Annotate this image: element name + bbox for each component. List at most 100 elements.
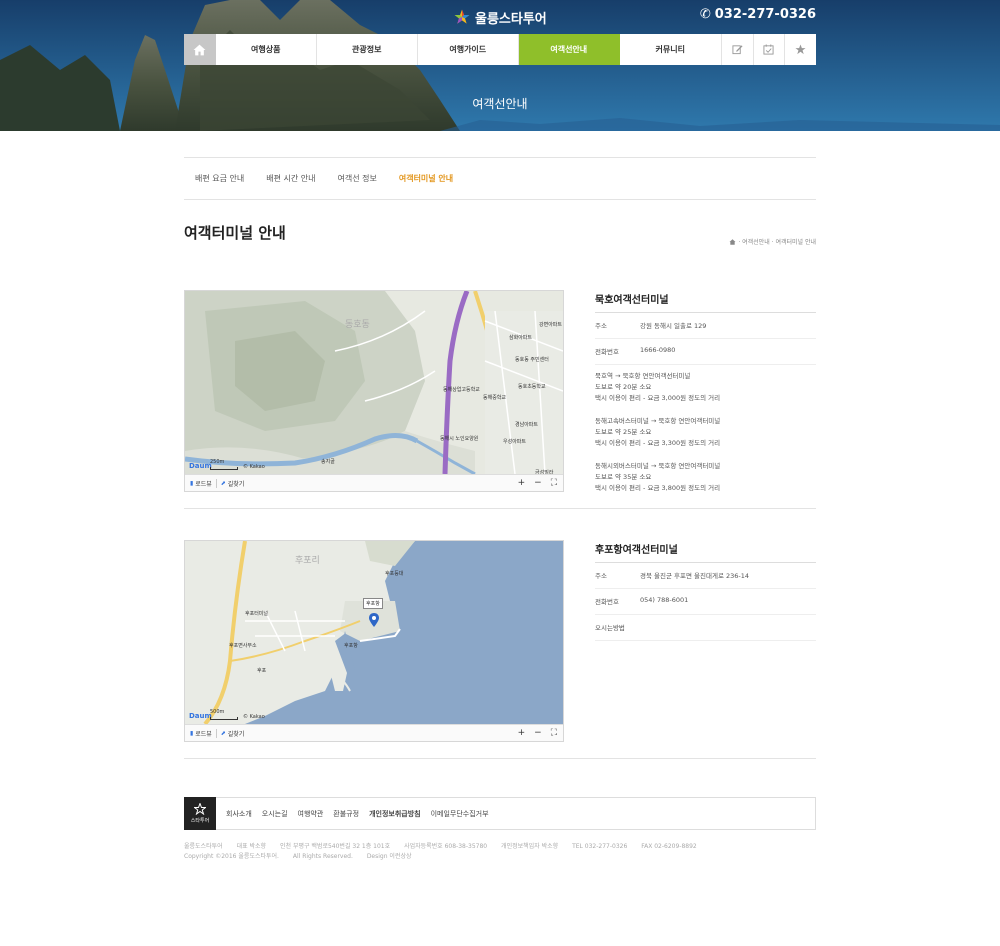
subnav-timetable[interactable]: 배편 시간 안내 [266,173,315,184]
site-logo[interactable]: 울릉스타투어 [454,7,547,27]
gnb-item-travel-guide[interactable]: 여행가이드 [418,34,519,65]
home-button[interactable] [184,34,216,65]
route-button[interactable]: 길찾기 [228,729,245,738]
home-icon[interactable] [729,238,736,245]
map-label: 후포 [257,668,267,674]
gnb-item-tourism-info[interactable]: 관광정보 [317,34,418,65]
map-label: 송지골 [321,459,335,465]
breadcrumb-text: · 여객선안내 · 여객터미널 안내 [738,239,816,246]
address-row: 주소 경북 울진군 후포면 울진대게로 236-14 [595,563,816,589]
direction-taxi: 택시 이용이 편리 - 요금 3,300원 정도의 거리 [595,439,721,447]
edit-button[interactable] [720,34,753,65]
hero-title: 여객선안내 [472,97,528,111]
route-icon[interactable]: ⬈ [221,480,226,487]
map-brand: Daum [189,462,212,470]
fullscreen-button[interactable]: ⛶ [551,728,557,738]
address-row: 주소 강원 동해시 일출로 129 [595,313,816,339]
subnav-terminal-info[interactable]: 여객터미널 안내 [399,173,453,184]
directions: 묵호역 → 묵호항 연안여객선터미널 도보로 약 20분 소요 택시 이용이 편… [595,365,816,494]
schedule-button[interactable] [752,34,785,65]
direction-group: 동해시외버스터미널 → 묵호항 연안여객터미널 도보로 약 35분 소요 택시 … [595,461,816,494]
gnb-item-community[interactable]: 커뮤니티 [620,34,721,65]
map-canvas[interactable] [185,291,563,474]
zoom-in-button[interactable]: + [518,728,526,738]
map-copyright: © Kakao [243,714,265,720]
subnav-fare-info[interactable]: 배편 요금 안내 [195,173,244,184]
gnb-item-tour-products[interactable]: 여행상품 [216,34,317,65]
fullscreen-button[interactable]: ⛶ [551,478,557,488]
hero-banner: 울릉스타투어 ✆ 032-277-0326 여행상품 관광정보 여행가이드 여객… [0,0,1000,131]
map-controls: + − ⛶ [518,478,557,488]
map-toolbar: ▮ 로드뷰 ⬈ 길찾기 + − ⛶ [185,474,563,491]
map-label-hupo-port[interactable]: 후포항 [363,598,383,609]
footer-ceo: 대표 박소향 [236,843,267,850]
zoom-out-button[interactable]: − [534,478,542,488]
map-label: 후포면사무소 [229,643,257,649]
roadview-icon[interactable]: ▮ [190,730,193,737]
page-title: 여객터미널 안내 [184,224,286,242]
direction-walk: 도보로 약 35분 소요 [595,473,652,481]
map-mukho-terminal[interactable]: 동호동 삼화아파트 동호동 주민센터 동해상업고등학교 동해중학교 동호초등학교… [184,290,564,492]
direction-route: 동해고속버스터미널 → 묵호항 연안여객터미널 [595,417,721,425]
zoom-out-button[interactable]: − [534,728,542,738]
favorite-button[interactable] [784,34,816,65]
star-logo-icon [454,9,470,24]
zoom-in-button[interactable]: + [518,478,526,488]
roadview-button[interactable]: 로드뷰 [195,479,212,488]
direction-group: 묵호역 → 묵호항 연안여객선터미널 도보로 약 20분 소요 택시 이용이 편… [595,371,816,404]
direction-route: 묵호역 → 묵호항 연안여객선터미널 [595,372,691,380]
location-marker-icon[interactable] [369,612,379,631]
design-credit[interactable]: Design 이런상상 [367,853,412,860]
phone-label: 전화번호 [595,348,619,356]
map-label: 후포리 [295,556,320,566]
map-label: 동해시 노인요양원 [440,436,479,442]
footer-link-location[interactable]: 오시는길 [262,809,288,819]
terminal-name: 묵호여객선터미널 [595,291,816,313]
route-icon[interactable]: ⬈ [221,730,226,737]
directions-label: 오시는방법 [595,624,625,632]
footer-link-privacy[interactable]: 개인정보취급방침 [369,809,421,819]
section-divider [184,758,816,759]
breadcrumb: · 여객선안내 · 여객터미널 안내 [729,237,816,246]
map-brand: Daum [189,712,212,720]
direction-route: 동해시외버스터미널 → 묵호항 연안여객터미널 [595,462,721,470]
terminal-info-hupo: 후포항여객선터미널 주소 경북 울진군 후포면 울진대게로 236-14 전화번… [595,541,816,641]
map-hupo-terminal[interactable]: 후포리 후포등대 후포터미널 후포항 후포면사무소 후포 후포항 Daum 50… [184,540,564,742]
footer-company-info: 울릉도스타투어 대표 박소향 인천 부평구 백범로540번길 32 1층 101… [184,842,709,852]
phone-value: 1666-0980 [640,346,676,354]
map-label: 우성아파트 [503,439,527,445]
footer-link-about[interactable]: 회사소개 [226,809,252,819]
roadview-button[interactable]: 로드뷰 [195,729,212,738]
address-value: 강원 동해시 일출로 129 [640,322,707,330]
footer-link-terms[interactable]: 여행약관 [298,809,324,819]
address-label: 주소 [595,572,607,580]
footer-logo[interactable]: 스타투어 [184,797,216,830]
footer-privacy-officer: 개인정보책임자 박소향 [501,843,559,850]
direction-walk: 도보로 약 20분 소요 [595,383,652,391]
gnb-item-ferry-info[interactable]: 여객선안내 [518,34,620,65]
roadview-icon[interactable]: ▮ [190,480,193,487]
map-label: 경남아파트 [515,422,539,428]
phone-row: 전화번호 1666-0980 [595,339,816,365]
footer-nav: 스타투어 회사소개 오시는길 여행약관 환불규정 개인정보취급방침 이메일무단수… [184,797,816,830]
address-label: 주소 [595,322,607,330]
map-scale: 250m [210,459,225,465]
rights-text: All Rights Reserved. [292,853,353,860]
map-label: 강변아파트 [539,322,563,328]
map-canvas[interactable] [185,541,563,724]
direction-taxi: 택시 이용이 편리 - 요금 3,000원 정도의 거리 [595,394,721,402]
footer-tel: TEL 032-277-0326 [572,843,628,850]
gnb-menu: 여행상품 관광정보 여행가이드 여객선안내 커뮤니티 [216,34,721,65]
global-nav: 여행상품 관광정보 여행가이드 여객선안내 커뮤니티 [184,34,816,65]
map-label: 동호초등학교 [518,384,546,390]
subnav-ferry-info[interactable]: 여객선 정보 [338,173,377,184]
footer-copyright: Copyright ©2016 울릉도스타투어. All Rights Rese… [184,852,709,862]
footer-link-email-refusal[interactable]: 이메일무단수집거부 [431,809,489,819]
route-button[interactable]: 길찾기 [228,479,245,488]
map-toolbar: ▮ 로드뷰 ⬈ 길찾기 + − ⛶ [185,724,563,741]
footer-link-refund[interactable]: 환불규정 [333,809,359,819]
sub-nav: 배편 요금 안내 배편 시간 안내 여객선 정보 여객터미널 안내 [184,157,816,200]
address-value: 경북 울진군 후포면 울진대게로 236-14 [640,572,750,580]
phone-label: 전화번호 [595,598,619,606]
phone-icon: ✆ [699,7,711,22]
